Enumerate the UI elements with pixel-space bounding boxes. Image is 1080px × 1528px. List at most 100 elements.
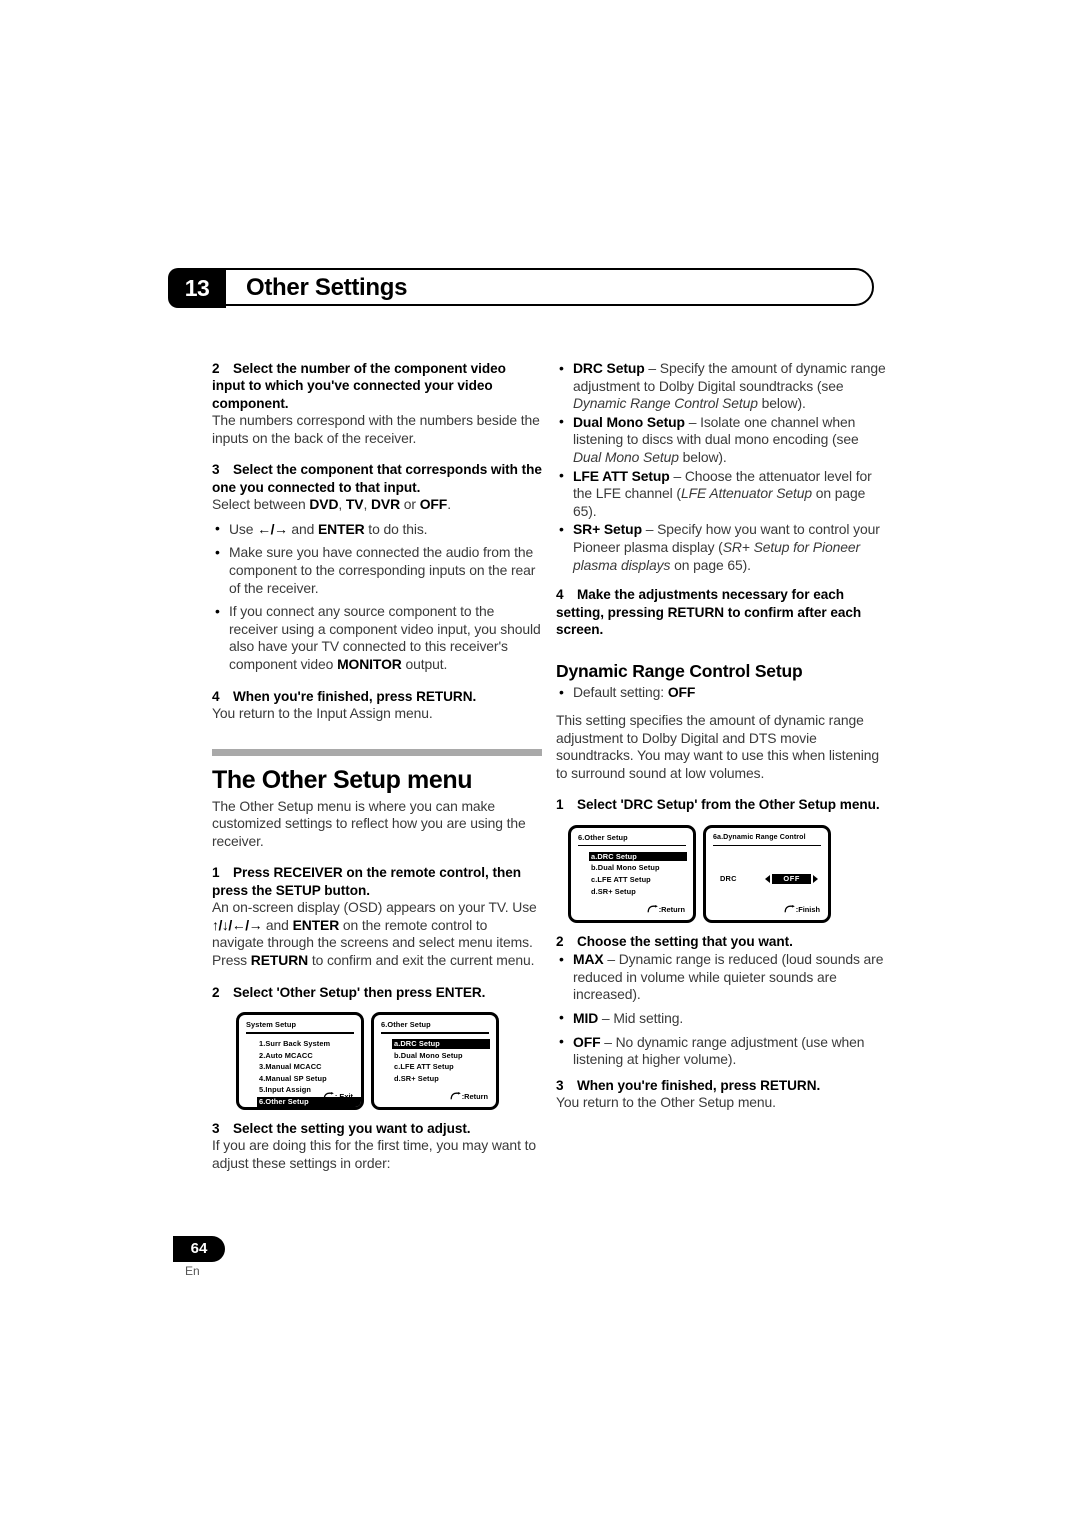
drc-step-2-heading-text: Choose the setting that you want.	[577, 933, 793, 949]
list-item: Default setting: OFF	[556, 684, 886, 702]
step-4-body: You return to the Input Assign menu.	[212, 704, 433, 721]
sep: ,	[363, 496, 371, 513]
chapter-header: 13 Other Settings	[168, 268, 874, 308]
drc-step-3-body: You return to the Other Setup menu.	[556, 1094, 776, 1111]
bullet-text: – No dynamic range adjustment (use when …	[573, 1033, 865, 1068]
osd-menu-item[interactable]: b.Dual Mono Setup	[589, 863, 662, 873]
osd-menu-list: a.DRC Setup b.Dual Mono Setup c.LFE ATT …	[392, 1037, 490, 1084]
list-item: Make sure you have connected the audio f…	[212, 544, 542, 597]
osd-menu-item[interactable]: 2.Auto MCACC	[257, 1051, 315, 1061]
setup-step-3-heading-text: Select the setting you want to adjust.	[233, 1120, 471, 1136]
sr-plus-setup-label: SR+ Setup	[573, 521, 642, 538]
bullet-text: on page 65).	[670, 556, 751, 573]
step-3-body: Select between DVD, TV, DVR or OFF.	[212, 496, 542, 514]
setup-step-1-body: An on-screen display (OSD) appears on yo…	[212, 899, 542, 969]
osd-drc-label: DRC	[720, 874, 737, 884]
step-3-heading-text: Select the component that corresponds wi…	[212, 462, 542, 495]
return-arrow-icon	[647, 905, 658, 913]
osd-screen-other-setup: 6.Other Setup a.DRC Setup b.Dual Mono Se…	[568, 824, 696, 923]
setup-step-2-heading: 2 Select 'Other Setup' then press ENTER.	[212, 984, 542, 1001]
setup-step-3-heading: 3 Select the setting you want to adjust.	[212, 1120, 542, 1137]
setup-step-2-heading-text: Select 'Other Setup' then press ENTER.	[233, 984, 486, 1000]
drc-step-3-number: 3	[556, 1077, 564, 1093]
body-text: and	[262, 916, 293, 933]
osd-menu-item[interactable]: 4.Manual SP Setup	[257, 1074, 329, 1084]
right-arrow-icon[interactable]	[813, 874, 818, 883]
step-4-heading-text: When you're finished, press RETURN.	[233, 688, 477, 704]
osd-figure-drc: 6.Other Setup a.DRC Setup b.Dual Mono Se…	[568, 824, 886, 923]
option-tv: TV	[345, 496, 364, 513]
drc-step-2-heading: 2 Choose the setting that you want.	[556, 933, 886, 950]
cross-ref: Dual Mono Setup	[573, 448, 679, 465]
osd-footer: :Return	[647, 905, 685, 914]
option-mid-label: MID	[573, 1009, 599, 1026]
sep: or	[400, 496, 420, 513]
osd-drc-value-selector[interactable]: OFF	[765, 873, 818, 884]
osd-menu-item-selected[interactable]: a.DRC Setup	[589, 851, 687, 862]
osd-menu-item[interactable]: d.SR+ Setup	[589, 887, 638, 897]
step-3-bullet-list: Use ←/→ and ENTER to do this. Make sure …	[212, 520, 542, 674]
osd-screen-other-setup: 6.Other Setup a.DRC Setup b.Dual Mono Se…	[371, 1011, 499, 1110]
right-column: DRC Setup – Specify the amount of dynami…	[556, 360, 886, 1112]
bullet-text: – Mid setting.	[598, 1009, 684, 1026]
return-arrow-icon	[323, 1092, 334, 1100]
osd-title: 6a.Dynamic Range Control	[713, 832, 806, 841]
osd-menu-item[interactable]: c.LFE ATT Setup	[392, 1062, 456, 1072]
osd-drc-value-row: DRC OFF	[720, 873, 818, 884]
section-divider	[212, 748, 542, 756]
list-item: SR+ Setup – Specify how you want to cont…	[556, 521, 886, 574]
option-dvd: DVD	[309, 496, 339, 513]
osd-title: 6.Other Setup	[381, 1019, 431, 1029]
drc-step-1-number: 1	[556, 797, 564, 813]
dual-mono-setup-label: Dual Mono Setup	[573, 413, 685, 430]
osd-menu-item[interactable]: 3.Manual MCACC	[257, 1062, 324, 1072]
osd-menu-item[interactable]: b.Dual Mono Setup	[392, 1051, 465, 1061]
osd-menu-item-selected[interactable]: a.DRC Setup	[392, 1038, 490, 1049]
setup-step-2-number: 2	[212, 984, 220, 1000]
left-arrow-icon[interactable]	[765, 874, 771, 883]
osd-footer: :Return	[450, 1092, 488, 1101]
osd-footer: :Finish	[784, 905, 820, 914]
body-text: to confirm and exit the current menu.	[308, 951, 535, 968]
page-footer: 64 En	[168, 1236, 288, 1278]
option-dvr: DVR	[371, 496, 401, 513]
osd-footer-label: :Return	[658, 904, 685, 914]
drc-intro: This setting specifies the amount of dyn…	[556, 711, 879, 781]
section-intro: The Other Setup menu is where you can ma…	[212, 797, 526, 849]
list-item: DRC Setup – Specify the amount of dynami…	[556, 360, 886, 413]
cross-ref: Dynamic Range Control Setup	[573, 395, 758, 412]
enter-key-label: ENTER	[317, 520, 365, 537]
bullet-text: Use	[229, 520, 258, 537]
step-3-heading: 3 Select the component that corresponds w…	[212, 461, 542, 496]
osd-menu-item[interactable]: c.LFE ATT Setup	[589, 875, 653, 885]
osd-menu-item[interactable]: 1.Surr Back System	[257, 1039, 332, 1049]
page-language-code: En	[185, 1264, 200, 1278]
setup-step-3-number: 3	[212, 1120, 220, 1136]
left-right-arrow-icon: ←/→	[257, 520, 288, 537]
osd-menu-list: a.DRC Setup b.Dual Mono Setup c.LFE ATT …	[589, 850, 687, 897]
osd-drc-value[interactable]: OFF	[772, 873, 811, 884]
osd-figure-system-setup: System Setup 1.Surr Back System 2.Auto M…	[236, 1011, 542, 1110]
chapter-number-badge: 13	[168, 268, 226, 308]
lfe-att-setup-label: LFE ATT Setup	[573, 467, 670, 484]
bullet-text: to do this.	[364, 520, 428, 537]
osd-menu-item[interactable]: d.SR+ Setup	[392, 1074, 441, 1084]
osd-title-divider	[713, 844, 821, 847]
page-title: Other Settings	[246, 274, 408, 301]
right-step-4-number: 4	[556, 587, 564, 603]
enter-key-label: ENTER	[292, 916, 340, 933]
sep: ,	[338, 496, 346, 513]
option-max-label: MAX	[573, 951, 604, 968]
return-arrow-icon	[450, 1092, 461, 1100]
bullet-text: Make sure you have connected the audio f…	[229, 544, 536, 596]
osd-menu-item[interactable]: 5.Input Assign	[257, 1085, 313, 1095]
direction-pad-arrows-icon: ↑/↓/←/→	[212, 916, 263, 933]
bullet-text: below).	[678, 448, 727, 465]
drc-step-2-number: 2	[556, 933, 564, 949]
osd-footer-label: :Finish	[795, 904, 820, 914]
drc-default-list: Default setting: OFF	[556, 684, 886, 702]
select-between-label: Select between	[212, 496, 310, 513]
osd-title: 6.Other Setup	[578, 832, 628, 842]
sub-heading-dynamic-range-control-setup: Dynamic Range Control Setup	[556, 661, 803, 682]
bullet-text: and	[287, 520, 318, 537]
